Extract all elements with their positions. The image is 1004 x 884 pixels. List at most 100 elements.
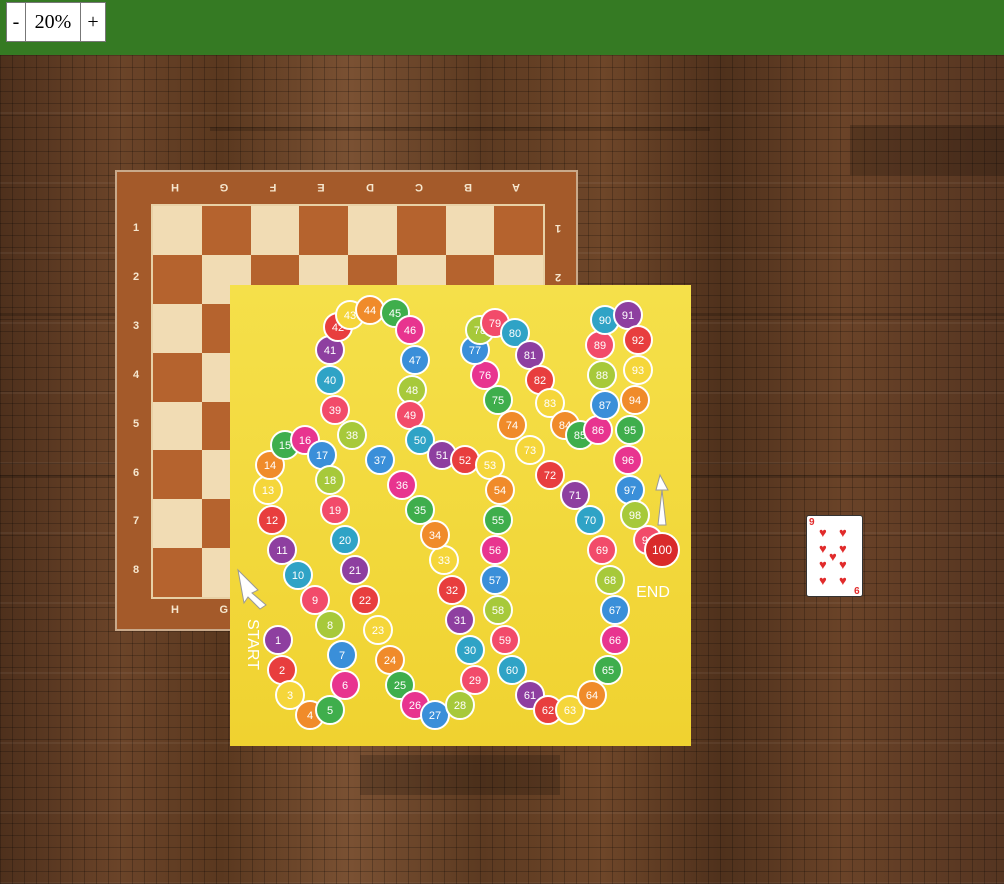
snake-tile-number: 1 bbox=[275, 635, 281, 647]
chess-rank-label: 4 bbox=[132, 368, 140, 381]
snake-tile-number: 61 bbox=[524, 690, 536, 702]
snake-tile-number: 96 bbox=[622, 455, 634, 467]
snakes-and-ladders-board[interactable]: 1 2 3 4 5 6 7 8 9 10 11 12 13 14 15 16 17 18 19 20 21 22 23 24 2… bbox=[230, 285, 691, 746]
snake-tile-number: 17 bbox=[316, 450, 328, 462]
snake-tile-number: 52 bbox=[459, 455, 471, 467]
snake-tile-number: 94 bbox=[629, 395, 641, 407]
toolbar: - 20% + bbox=[0, 0, 1004, 55]
snake-tile-number: 2 bbox=[279, 665, 285, 677]
chess-rank-label: 6 bbox=[132, 466, 140, 479]
chess-square[interactable] bbox=[153, 303, 202, 353]
chess-square[interactable] bbox=[201, 206, 251, 255]
snake-tile-number: 73 bbox=[524, 445, 536, 457]
snake-tile-number: 18 bbox=[324, 475, 336, 487]
playing-card-nine-of-hearts[interactable]: 9 9 ♥ ♥ ♥ ♥ ♥ ♥ ♥ ♥ ♥ bbox=[806, 515, 863, 597]
snake-tile-number: 81 bbox=[524, 350, 536, 362]
snake-tile-number: 5 bbox=[327, 705, 333, 717]
chess-rank-label: 1 bbox=[132, 222, 140, 234]
snake-tile-number: 90 bbox=[599, 315, 611, 327]
card-rank-bottom: 9 bbox=[854, 584, 860, 595]
snake-tile-number: 95 bbox=[624, 425, 636, 437]
chess-rank-label: 7 bbox=[132, 515, 140, 528]
snake-tile-number: 39 bbox=[329, 405, 341, 417]
chess-file-label: G bbox=[219, 181, 229, 193]
snake-tile-number: 30 bbox=[464, 645, 476, 657]
snake-tile-number: 65 bbox=[602, 665, 614, 677]
snake-tile-number: 9 bbox=[312, 595, 318, 607]
snake-tile-number: 58 bbox=[492, 605, 504, 617]
snake-tile-number: 72 bbox=[544, 470, 556, 482]
snake-tile-number: 46 bbox=[404, 325, 416, 337]
snake-tile-number: 45 bbox=[389, 308, 401, 320]
snake-tile-number: 15 bbox=[279, 440, 291, 452]
snake-tile-number: 35 bbox=[414, 505, 426, 517]
chess-file-label: E bbox=[317, 181, 325, 193]
snake-tile-number: 21 bbox=[349, 565, 361, 577]
chess-rank-label-right: 2 bbox=[554, 270, 562, 283]
chess-square[interactable] bbox=[153, 450, 202, 500]
snake-tile-number: 44 bbox=[364, 305, 376, 317]
chess-file-label: D bbox=[366, 181, 374, 193]
snake-tile-number: 69 bbox=[596, 545, 608, 557]
start-label: START bbox=[244, 619, 261, 670]
heart-pip-icon: ♥ bbox=[839, 525, 847, 540]
chess-square[interactable] bbox=[250, 206, 300, 255]
chess-file-label: C bbox=[414, 181, 423, 193]
heart-pip-icon: ♥ bbox=[839, 541, 847, 556]
snake-tile-number: 20 bbox=[339, 535, 351, 547]
snake-tile-number: 22 bbox=[359, 595, 371, 607]
snake-tile-number: 92 bbox=[632, 335, 644, 347]
snake-tile-number: 62 bbox=[542, 705, 554, 717]
chess-square[interactable] bbox=[153, 206, 202, 255]
chess-square[interactable] bbox=[299, 206, 348, 255]
snake-tile-number: 60 bbox=[506, 665, 518, 677]
chess-square[interactable] bbox=[153, 254, 202, 304]
chess-rank-label-right: 1 bbox=[554, 222, 562, 234]
snake-tile-number: 64 bbox=[586, 690, 598, 702]
snake-tile-number: 71 bbox=[569, 490, 581, 502]
snake-tile-number: 29 bbox=[469, 675, 481, 687]
snake-tile-number: 16 bbox=[299, 435, 311, 447]
chess-square[interactable] bbox=[153, 401, 202, 451]
card-rank-top: 9 bbox=[809, 517, 815, 528]
chess-square[interactable] bbox=[396, 206, 446, 255]
snake-tile-number: 89 bbox=[594, 340, 606, 352]
chess-file-label-bottom: H bbox=[171, 604, 179, 616]
chess-square[interactable] bbox=[153, 499, 202, 549]
chess-rank-label: 5 bbox=[132, 417, 140, 430]
chess-file-label: H bbox=[171, 181, 179, 193]
snake-tile-number: 82 bbox=[534, 375, 546, 387]
snake-tile-number: 34 bbox=[429, 530, 441, 542]
snake-tile-number: 80 bbox=[509, 328, 521, 340]
snake-tile-number: 4 bbox=[307, 710, 313, 722]
snake-tile-number: 7 bbox=[339, 650, 345, 662]
snake-tile-number: 47 bbox=[409, 355, 421, 367]
snake-tile-number: 41 bbox=[324, 345, 336, 357]
chess-square[interactable] bbox=[445, 206, 495, 255]
zoom-in-button[interactable]: + bbox=[80, 2, 106, 42]
snake-tile-number: 32 bbox=[446, 585, 458, 597]
snake-tile-number: 63 bbox=[564, 705, 576, 717]
snake-path-graphic: 1234 56789101112131415 1617181920212223242… bbox=[230, 285, 691, 746]
snake-tile-number: 36 bbox=[396, 480, 408, 492]
snake-tile-number: 93 bbox=[632, 365, 644, 377]
chess-file-label-bottom: G bbox=[219, 604, 229, 616]
snake-tile-number: 27 bbox=[429, 710, 441, 722]
chess-square[interactable] bbox=[153, 548, 202, 597]
chess-square[interactable] bbox=[494, 206, 543, 255]
chess-rank-label: 8 bbox=[132, 564, 140, 577]
snake-tile-number: 19 bbox=[329, 505, 341, 517]
heart-pip-icon: ♥ bbox=[829, 549, 837, 564]
snake-tile-number: 57 bbox=[489, 575, 501, 587]
end-label: END bbox=[636, 584, 670, 601]
zoom-out-button[interactable]: - bbox=[6, 2, 26, 42]
snake-tile-number: 55 bbox=[492, 515, 504, 527]
snake-tile-number: 24 bbox=[384, 655, 396, 667]
chess-square[interactable] bbox=[153, 352, 202, 402]
snake-tile-number: 3 bbox=[287, 690, 293, 702]
chess-file-label: F bbox=[269, 181, 276, 193]
snake-tile-number: 70 bbox=[584, 515, 596, 527]
chess-square[interactable] bbox=[348, 206, 397, 255]
heart-pip-icon: ♥ bbox=[819, 557, 827, 572]
snake-end-tile-number: 100 bbox=[652, 543, 672, 557]
